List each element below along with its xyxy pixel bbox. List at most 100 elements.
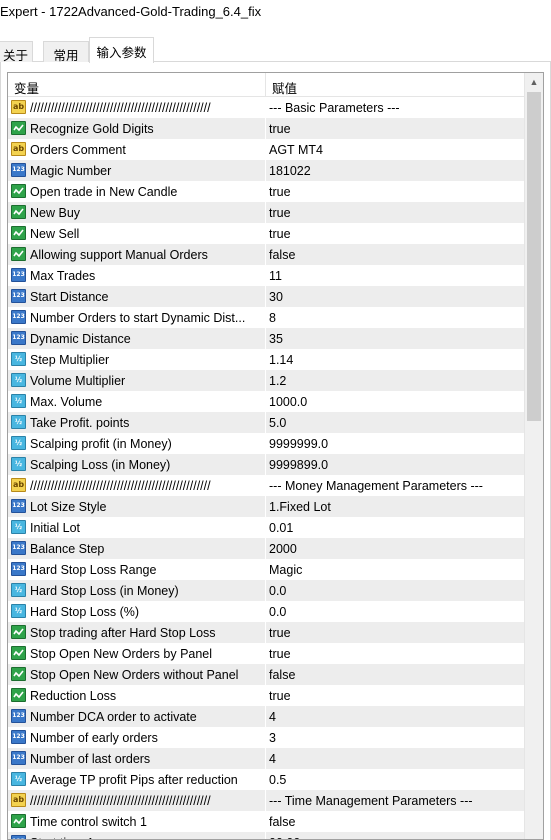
parameter-row[interactable]: ½ Take Profit. points 5.0: [8, 412, 524, 433]
parameter-value[interactable]: 0.0: [266, 601, 524, 622]
parameter-name-cell[interactable]: 123 Number of early orders: [8, 727, 266, 748]
parameter-value[interactable]: 0.0: [266, 580, 524, 601]
parameter-name-cell[interactable]: ½ Volume Multiplier: [8, 370, 266, 391]
parameter-row[interactable]: 123 Number Orders to start Dynamic Dist..…: [8, 307, 524, 328]
parameter-value[interactable]: 1.14: [266, 349, 524, 370]
parameter-row[interactable]: Allowing support Manual Orders false: [8, 244, 524, 265]
parameter-name-cell[interactable]: 123 Balance Step: [8, 538, 266, 559]
parameter-name-cell[interactable]: ½ Scalping Loss (in Money): [8, 454, 266, 475]
parameter-row[interactable]: 123 Start time 1 00:00: [8, 832, 524, 839]
parameter-value[interactable]: true: [266, 622, 524, 643]
parameter-name-cell[interactable]: Reduction Loss: [8, 685, 266, 706]
parameter-name-cell[interactable]: 123 Number DCA order to activate: [8, 706, 266, 727]
parameter-value[interactable]: false: [266, 664, 524, 685]
parameter-name-cell[interactable]: ½ Scalping profit (in Money): [8, 433, 266, 454]
parameter-row[interactable]: New Buy true: [8, 202, 524, 223]
parameter-value[interactable]: --- Basic Parameters ---: [266, 97, 524, 118]
parameter-row[interactable]: ab //////////////////////////////////////…: [8, 97, 524, 118]
parameter-name-cell[interactable]: 123 Magic Number: [8, 160, 266, 181]
parameter-value[interactable]: true: [266, 643, 524, 664]
parameter-value[interactable]: 4: [266, 748, 524, 769]
parameter-row[interactable]: 123 Hard Stop Loss Range Magic: [8, 559, 524, 580]
parameter-value[interactable]: 1000.0: [266, 391, 524, 412]
parameter-row[interactable]: ab Orders Comment AGT MT4: [8, 139, 524, 160]
parameter-name-cell[interactable]: ab //////////////////////////////////////…: [8, 97, 266, 118]
parameter-row[interactable]: 123 Dynamic Distance 35: [8, 328, 524, 349]
parameter-value[interactable]: 181022: [266, 160, 524, 181]
parameter-row[interactable]: ½ Hard Stop Loss (in Money) 0.0: [8, 580, 524, 601]
parameter-name-cell[interactable]: ½ Initial Lot: [8, 517, 266, 538]
parameter-value[interactable]: 0.5: [266, 769, 524, 790]
parameter-value[interactable]: true: [266, 223, 524, 244]
parameter-name-cell[interactable]: ½ Max. Volume: [8, 391, 266, 412]
tab-common[interactable]: 常用: [43, 41, 89, 63]
parameter-name-cell[interactable]: Time control switch 1: [8, 811, 266, 832]
parameter-value[interactable]: 00:00: [266, 832, 524, 839]
parameter-name-cell[interactable]: Stop Open New Orders by Panel: [8, 643, 266, 664]
parameter-value[interactable]: 8: [266, 307, 524, 328]
parameter-name-cell[interactable]: 123 Start Distance: [8, 286, 266, 307]
parameter-value[interactable]: 9999999.0: [266, 433, 524, 454]
parameter-row[interactable]: 123 Max Trades 11: [8, 265, 524, 286]
parameter-row[interactable]: 123 Number of last orders 4: [8, 748, 524, 769]
parameter-row[interactable]: ab //////////////////////////////////////…: [8, 790, 524, 811]
parameter-name-cell[interactable]: ½ Hard Stop Loss (in Money): [8, 580, 266, 601]
parameter-value[interactable]: 1.2: [266, 370, 524, 391]
parameter-value[interactable]: 4: [266, 706, 524, 727]
parameter-value[interactable]: 11: [266, 265, 524, 286]
parameter-name-cell[interactable]: ab //////////////////////////////////////…: [8, 475, 266, 496]
parameter-value[interactable]: true: [266, 181, 524, 202]
parameter-name-cell[interactable]: 123 Hard Stop Loss Range: [8, 559, 266, 580]
parameter-name-cell[interactable]: ab Orders Comment: [8, 139, 266, 160]
parameter-value[interactable]: 1.Fixed Lot: [266, 496, 524, 517]
parameter-value[interactable]: 3: [266, 727, 524, 748]
parameter-row[interactable]: ½ Scalping Loss (in Money) 9999899.0: [8, 454, 524, 475]
parameter-name-cell[interactable]: Allowing support Manual Orders: [8, 244, 266, 265]
parameter-row[interactable]: Reduction Loss true: [8, 685, 524, 706]
parameter-value[interactable]: 30: [266, 286, 524, 307]
parameter-value[interactable]: --- Money Management Parameters ---: [266, 475, 524, 496]
parameter-value[interactable]: --- Time Management Parameters ---: [266, 790, 524, 811]
parameter-value[interactable]: false: [266, 811, 524, 832]
parameter-row[interactable]: Open trade in New Candle true: [8, 181, 524, 202]
scroll-up-arrow-icon[interactable]: ▲: [525, 73, 543, 92]
parameter-row[interactable]: ½ Average TP profit Pips after reduction 0…: [8, 769, 524, 790]
parameter-name-cell[interactable]: Stop trading after Hard Stop Loss: [8, 622, 266, 643]
parameter-name-cell[interactable]: 123 Number of last orders: [8, 748, 266, 769]
column-header-value[interactable]: 赋值: [266, 73, 524, 97]
parameter-value[interactable]: 35: [266, 328, 524, 349]
parameter-value[interactable]: 2000: [266, 538, 524, 559]
parameter-row[interactable]: ½ Step Multiplier 1.14: [8, 349, 524, 370]
parameter-name-cell[interactable]: ½ Take Profit. points: [8, 412, 266, 433]
parameter-name-cell[interactable]: New Sell: [8, 223, 266, 244]
parameter-name-cell[interactable]: Recognize Gold Digits: [8, 118, 266, 139]
parameter-value[interactable]: 0.01: [266, 517, 524, 538]
parameter-row[interactable]: 123 Number DCA order to activate 4: [8, 706, 524, 727]
parameter-name-cell[interactable]: 123 Number Orders to start Dynamic Dist..…: [8, 307, 266, 328]
parameter-row[interactable]: 123 Lot Size Style 1.Fixed Lot: [8, 496, 524, 517]
parameter-name-cell[interactable]: ½ Step Multiplier: [8, 349, 266, 370]
tab-input-parameters[interactable]: 输入参数: [89, 37, 154, 63]
parameter-row[interactable]: Time control switch 1 false: [8, 811, 524, 832]
vertical-scrollbar[interactable]: ▲: [524, 73, 543, 839]
parameter-row[interactable]: 123 Balance Step 2000: [8, 538, 524, 559]
parameter-name-cell[interactable]: ½ Hard Stop Loss (%): [8, 601, 266, 622]
parameter-row[interactable]: ½ Volume Multiplier 1.2: [8, 370, 524, 391]
parameter-name-cell[interactable]: 123 Max Trades: [8, 265, 266, 286]
parameter-row[interactable]: Stop Open New Orders without Panel false: [8, 664, 524, 685]
parameter-row[interactable]: ½ Max. Volume 1000.0: [8, 391, 524, 412]
parameter-row[interactable]: New Sell true: [8, 223, 524, 244]
parameter-name-cell[interactable]: ab //////////////////////////////////////…: [8, 790, 266, 811]
parameter-row[interactable]: 123 Start Distance 30: [8, 286, 524, 307]
parameter-value[interactable]: 5.0: [266, 412, 524, 433]
parameter-value[interactable]: true: [266, 118, 524, 139]
parameter-row[interactable]: Stop Open New Orders by Panel true: [8, 643, 524, 664]
parameter-name-cell[interactable]: 123 Dynamic Distance: [8, 328, 266, 349]
parameter-value[interactable]: 9999899.0: [266, 454, 524, 475]
parameter-name-cell[interactable]: 123 Start time 1: [8, 832, 266, 839]
parameter-row[interactable]: ½ Scalping profit (in Money) 9999999.0: [8, 433, 524, 454]
parameter-name-cell[interactable]: Stop Open New Orders without Panel: [8, 664, 266, 685]
parameter-row[interactable]: ab //////////////////////////////////////…: [8, 475, 524, 496]
parameter-name-cell[interactable]: Open trade in New Candle: [8, 181, 266, 202]
parameter-name-cell[interactable]: ½ Average TP profit Pips after reduction: [8, 769, 266, 790]
